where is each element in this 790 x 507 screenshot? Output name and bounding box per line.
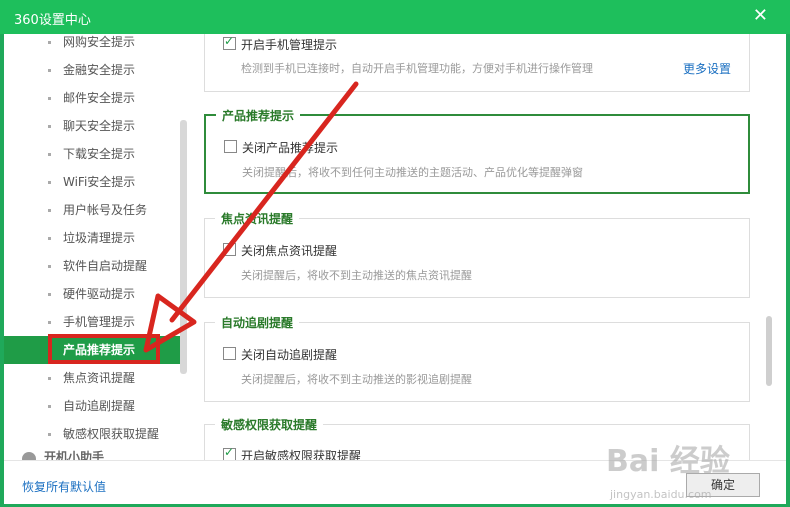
focus-news-desc: 关闭提醒后，将收不到主动推送的焦点资讯提醒 <box>241 269 472 282</box>
bullet-icon <box>48 181 51 184</box>
sidebar-item-phone[interactable]: 手机管理提示 <box>4 308 180 336</box>
phone-management-label: 开启手机管理提示 <box>241 38 338 52</box>
section-phone-management: 开启手机管理提示 检测到手机已连接时，自动开启手机管理功能，方便对手机进行操作管… <box>204 34 750 92</box>
auto-drama-desc: 关闭提醒后，将收不到主动推送的影视追剧提醒 <box>241 373 472 386</box>
more-settings-link[interactable]: 更多设置 <box>683 60 731 77</box>
bullet-icon <box>48 293 51 296</box>
sidebar-item-drama[interactable]: 自动追剧提醒 <box>4 392 180 420</box>
auto-drama-label: 关闭自动追剧提醒 <box>241 348 338 362</box>
section-title: 产品推荐提示 <box>216 107 301 124</box>
section-title: 敏感权限获取提醒 <box>215 416 324 433</box>
sidebar: 网购安全提示 金融安全提示 邮件安全提示 聊天安全提示 下载安全提示 WiFi安… <box>4 34 190 460</box>
sidebar-item-download[interactable]: 下载安全提示 <box>4 140 180 168</box>
sidebar-item-cleanup[interactable]: 垃圾清理提示 <box>4 224 180 252</box>
bullet-icon <box>48 97 51 100</box>
bullet-icon <box>48 377 51 380</box>
gear-icon <box>22 452 36 460</box>
sensitive-permission-checkbox[interactable] <box>223 445 236 460</box>
watermark-url: jingyan.baidu.com <box>610 488 712 501</box>
section-product-recommend: 产品推荐提示 关闭产品推荐提示 关闭提醒后，将收不到任何主动推送的主题活动、产品… <box>204 107 750 194</box>
focus-news-label: 关闭焦点资讯提醒 <box>241 244 338 258</box>
window-title: 360设置中心 <box>14 13 91 28</box>
sidebar-item-shopping[interactable]: 网购安全提示 <box>4 34 180 56</box>
bullet-icon <box>48 209 51 212</box>
sidebar-scrollbar[interactable] <box>180 120 187 374</box>
watermark-logo: Bai 经验 <box>606 444 730 479</box>
bullet-icon <box>48 237 51 240</box>
sensitive-permission-label: 开启敏感权限获取提醒 <box>241 449 362 460</box>
restore-defaults-link[interactable]: 恢复所有默认值 <box>22 478 106 495</box>
section-title: 自动追剧提醒 <box>215 314 300 331</box>
product-recommend-desc: 关闭提醒后，将收不到任何主动推送的主题活动、产品优化等提醒弹窗 <box>242 166 583 179</box>
section-auto-drama: 自动追剧提醒 关闭自动追剧提醒 关闭提醒后，将收不到主动推送的影视追剧提醒 <box>204 314 750 402</box>
auto-drama-checkbox[interactable] <box>223 347 236 360</box>
bullet-icon <box>48 41 51 44</box>
sidebar-item-account[interactable]: 用户帐号及任务 <box>4 196 180 224</box>
bullet-icon <box>48 153 51 156</box>
sidebar-item-wifi[interactable]: WiFi安全提示 <box>4 168 180 196</box>
sidebar-item-permission[interactable]: 敏感权限获取提醒 <box>4 420 180 448</box>
content-scrollbar[interactable] <box>766 46 772 452</box>
product-recommend-label: 关闭产品推荐提示 <box>242 141 339 155</box>
settings-content: 开启手机管理提示 检测到手机已连接时，自动开启手机管理功能，方便对手机进行操作管… <box>190 34 786 460</box>
sidebar-group-boot-assistant[interactable]: 开机小助手 <box>4 450 180 460</box>
section-title: 焦点资讯提醒 <box>215 210 300 227</box>
scrollbar-thumb[interactable] <box>766 316 772 386</box>
product-recommend-checkbox[interactable] <box>224 140 237 153</box>
sidebar-item-finance[interactable]: 金融安全提示 <box>4 56 180 84</box>
bullet-icon <box>48 69 51 72</box>
section-focus-news: 焦点资讯提醒 关闭焦点资讯提醒 关闭提醒后，将收不到主动推送的焦点资讯提醒 <box>204 210 750 298</box>
bullet-icon <box>48 433 51 436</box>
bullet-icon <box>48 405 51 408</box>
sidebar-item-autostart[interactable]: 软件自启动提醒 <box>4 252 180 280</box>
phone-management-checkbox[interactable] <box>223 34 236 50</box>
sidebar-item-mail[interactable]: 邮件安全提示 <box>4 84 180 112</box>
sidebar-item-driver[interactable]: 硬件驱动提示 <box>4 280 180 308</box>
close-icon[interactable]: ✕ <box>753 5 768 26</box>
settings-window: 网购安全提示 金融安全提示 邮件安全提示 聊天安全提示 下载安全提示 WiFi安… <box>4 34 786 504</box>
annotation-highlight-box <box>48 334 160 364</box>
title-bar: 360设置中心 ✕ <box>0 0 790 34</box>
sidebar-item-news[interactable]: 焦点资讯提醒 <box>4 364 180 392</box>
sidebar-item-chat[interactable]: 聊天安全提示 <box>4 112 180 140</box>
bullet-icon <box>48 125 51 128</box>
focus-news-checkbox[interactable] <box>223 243 236 256</box>
phone-management-desc: 检测到手机已连接时，自动开启手机管理功能，方便对手机进行操作管理 <box>241 62 593 75</box>
bullet-icon <box>48 321 51 324</box>
bullet-icon <box>48 265 51 268</box>
